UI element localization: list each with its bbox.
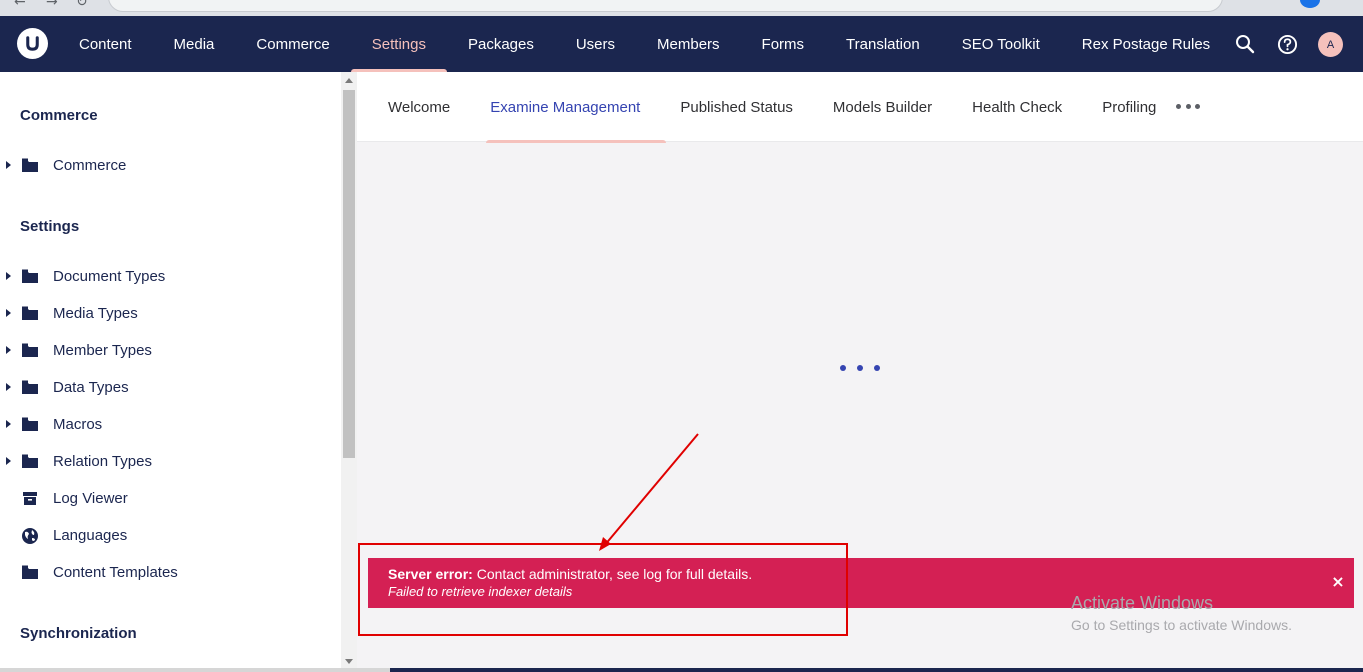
tree-item-label: Log Viewer [53,489,128,507]
umbraco-logo-icon[interactable] [17,28,48,59]
tab-published-status[interactable]: Published Status [660,72,813,142]
tree-item-commerce[interactable]: Commerce [0,150,341,180]
section-content[interactable]: Content [58,16,153,72]
tree-item-label: Macros [53,415,103,433]
app-header: Content Media Commerce Settings Packages User… [0,16,1363,73]
user-initial: A [1326,38,1335,51]
tab-health-check[interactable]: Health Check [952,72,1082,142]
box-icon [21,490,39,506]
tree-group-settings: Settings [20,218,80,235]
watermark-title: Activate Windows [1071,593,1214,613]
section-rex-postage-rules[interactable]: Rex Postage Rules [1061,16,1231,72]
tree-item-languages[interactable]: Languages [0,520,341,550]
reload-icon[interactable]: ↻ [76,0,88,10]
annotation-highlight-box [358,543,848,636]
folder-icon [21,157,39,173]
globe-icon [21,527,39,544]
tree-item-log-viewer[interactable]: Log Viewer [0,483,341,513]
folder-icon [21,268,39,284]
section-settings[interactable]: Settings [350,16,448,73]
section-packages[interactable]: Packages [447,16,555,72]
address-bar[interactable] [108,0,1223,12]
user-avatar[interactable]: A [1318,32,1343,57]
folder-icon [21,453,39,469]
scroll-down-arrow-icon[interactable] [345,659,353,664]
tree-item-data-types[interactable]: Data Types [0,372,341,402]
caret-right-icon[interactable] [6,272,11,280]
caret-right-icon[interactable] [6,420,11,428]
watermark-subtitle: Go to Settings to activate Windows. [1071,617,1292,633]
tree-item-label: Languages [53,526,128,544]
section-translation[interactable]: Translation [825,16,941,72]
tree-item-label: Data Types [53,378,129,396]
section-commerce[interactable]: Commerce [235,16,350,72]
tree-item-label: Document Types [53,267,166,285]
section-seo-toolkit[interactable]: SEO Toolkit [941,16,1061,72]
help-icon[interactable] [1275,32,1299,56]
tree-item-media-types[interactable]: Media Types [0,298,341,328]
browser-profile-icon[interactable] [1300,0,1320,8]
folder-icon [21,379,39,395]
tree-item-label: Media Types [53,304,138,322]
back-icon[interactable]: ← [14,0,26,10]
loading-indicator [840,365,880,373]
tree-item-label: Relation Types [53,452,152,470]
section-nav: Content Media Commerce Settings Packages User… [58,16,1231,73]
dashboard-tabs-bar: Welcome Examine Management Published Statu… [357,72,1363,143]
section-users[interactable]: Users [555,16,636,72]
search-icon[interactable] [1233,32,1257,56]
caret-right-icon[interactable] [6,346,11,354]
scroll-up-arrow-icon[interactable] [345,78,353,83]
caret-right-icon[interactable] [6,161,11,169]
section-forms[interactable]: Forms [741,16,826,72]
tree-group-commerce: Commerce [20,107,98,124]
tree-item-content-templates[interactable]: Content Templates [0,557,341,587]
tree-item-macros[interactable]: Macros [0,409,341,439]
annotation-arrow-icon [599,433,699,551]
close-icon[interactable]: × [1330,572,1346,592]
folder-icon [21,305,39,321]
tree-item-member-types[interactable]: Member Types [0,335,341,365]
section-members[interactable]: Members [636,16,741,72]
tree-item-document-types[interactable]: Document Types [0,261,341,291]
folder-icon [21,342,39,358]
taskbar-edge [0,668,1363,672]
sidebar-scrollbar[interactable] [341,72,357,672]
windows-activation-watermark: Activate Windows Go to Settings to activ… [1071,592,1292,635]
folder-icon [21,564,39,580]
tree-group-synchronization: Synchronization [20,625,137,642]
sidebar-tree: Commerce Commerce Settings Document Types Me… [0,72,341,672]
tab-welcome[interactable]: Welcome [368,72,470,142]
tree-item-label: Content Templates [53,563,178,581]
tab-profiling[interactable]: Profiling [1082,72,1176,142]
tab-examine-management[interactable]: Examine Management [470,72,667,143]
caret-right-icon[interactable] [6,309,11,317]
tree-item-relation-types[interactable]: Relation Types [0,446,341,476]
dashboard-tabs: Welcome Examine Management Published Statu… [368,72,1176,143]
tree-item-label: Commerce [53,156,127,174]
tree-item-label: Member Types [53,341,152,359]
browser-toolbar: ← → ↻ [0,0,1363,16]
scrollbar-thumb[interactable] [343,90,355,458]
caret-right-icon[interactable] [6,383,11,391]
more-icon[interactable] [1176,98,1200,114]
section-media[interactable]: Media [153,16,236,72]
tab-models-builder[interactable]: Models Builder [813,72,952,142]
caret-right-icon[interactable] [6,457,11,465]
forward-icon[interactable]: → [46,0,58,10]
folder-icon [21,416,39,432]
